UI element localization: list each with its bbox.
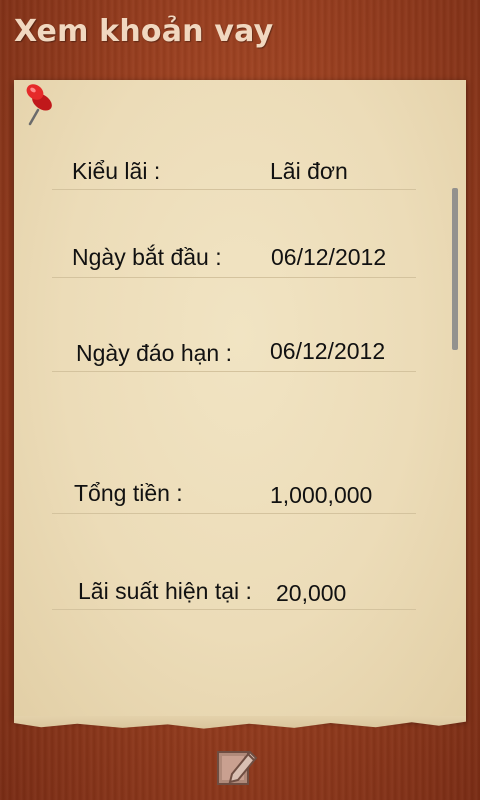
row-current-interest: Lãi suất hiện tại : 20,000	[52, 570, 416, 610]
maturity-date-label: Ngày đáo hạn :	[76, 340, 233, 366]
interest-type-value: Lãi đơn	[270, 158, 348, 184]
current-interest-value: 20,000	[276, 580, 347, 606]
start-date-label: Ngày bắt đầu :	[72, 244, 222, 270]
page-title: Xem khoản vay	[14, 14, 274, 49]
start-date-value: 06/12/2012	[271, 244, 387, 270]
divider	[52, 609, 416, 610]
divider	[52, 189, 416, 190]
divider	[52, 513, 416, 514]
interest-type-label: Kiểu lãi :	[72, 158, 161, 184]
total-amount-value: 1,000,000	[270, 482, 373, 508]
maturity-date-value: 06/12/2012	[270, 338, 386, 364]
row-start-date: Ngày bắt đầu : 06/12/2012	[52, 236, 416, 278]
divider	[52, 371, 416, 372]
row-total-amount: Tổng tiền : 1,000,000	[52, 472, 416, 514]
push-pin-icon	[26, 84, 52, 126]
scrollbar[interactable]	[452, 188, 458, 350]
row-interest-type: Kiểu lãi : Lãi đơn	[52, 150, 416, 190]
edit-icon[interactable]	[212, 742, 260, 790]
total-amount-label: Tổng tiền :	[74, 480, 183, 506]
divider	[52, 277, 416, 278]
row-maturity-date: Ngày đáo hạn : 06/12/2012	[52, 330, 416, 372]
current-interest-label: Lãi suất hiện tại :	[78, 578, 252, 604]
